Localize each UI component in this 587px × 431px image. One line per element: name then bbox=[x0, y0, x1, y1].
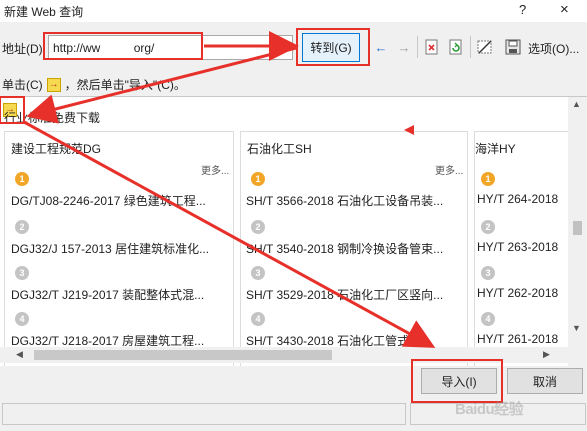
forward-icon[interactable]: → bbox=[396, 39, 412, 55]
toolbar-separator bbox=[417, 36, 418, 58]
rank-badge-icon: 4 bbox=[251, 312, 265, 326]
list-item[interactable]: SH/T 3529-2018 石油化工厂区竖向... bbox=[246, 286, 443, 303]
scroll-right-icon[interactable]: ▶ bbox=[543, 349, 550, 360]
rank-badge-icon: 3 bbox=[251, 266, 265, 280]
back-icon[interactable]: ← bbox=[373, 39, 389, 55]
title-bar: 新建 Web 查询 ? × bbox=[0, 0, 587, 22]
list-item[interactable]: SH/T 3566-2018 石油化工设备吊装... bbox=[246, 192, 443, 209]
rank-badge-icon: 2 bbox=[481, 220, 495, 234]
address-toolbar: 地址(D): ▼ 转到(G) ← → 选项(O)... bbox=[0, 28, 587, 64]
list-item[interactable]: DG/TJ08-2246-2017 绿色建筑工程... bbox=[11, 192, 206, 209]
scroll-thumb[interactable] bbox=[34, 350, 332, 360]
chevron-down-icon: ▼ bbox=[281, 43, 290, 52]
more-link[interactable]: 更多... bbox=[201, 162, 229, 177]
hint-suffix: ，然后单击"导入"(C)。 bbox=[64, 78, 186, 92]
address-input[interactable] bbox=[48, 35, 280, 60]
import-button[interactable]: 导入(I) bbox=[421, 368, 497, 394]
standards-column: 石油化工SH 更多... 1 SH/T 3566-2018 石油化工设备吊装..… bbox=[240, 131, 468, 366]
horizontal-scrollbar[interactable]: ◀ ▶ bbox=[0, 347, 568, 363]
close-icon[interactable]: × bbox=[560, 1, 569, 18]
instruction-text: 单击(C) → ，然后单击"导入"(C)。 bbox=[2, 76, 186, 93]
scroll-left-icon[interactable]: ◀ bbox=[16, 349, 23, 360]
section-title: 行业标准免费下载 bbox=[4, 111, 101, 125]
standards-column: 建设工程规范DG 更多... 1 DG/TJ08-2246-2017 绿色建筑工… bbox=[4, 131, 234, 366]
list-item[interactable]: HY/T 263-2018 bbox=[477, 240, 558, 254]
column-header[interactable]: 海洋HY bbox=[475, 140, 516, 157]
stop-icon[interactable] bbox=[424, 39, 440, 55]
go-button[interactable]: 转到(G) bbox=[302, 33, 360, 62]
rank-badge-icon: 1 bbox=[251, 172, 265, 186]
list-item[interactable]: DGJ32/J 157-2013 居住建筑标准化... bbox=[11, 240, 209, 257]
address-dropdown-button[interactable]: ▼ bbox=[279, 35, 293, 60]
rank-badge-icon: 1 bbox=[481, 172, 495, 186]
rank-badge-icon: 4 bbox=[15, 312, 29, 326]
rank-badge-icon: 4 bbox=[481, 312, 495, 326]
select-arrow-icon: → bbox=[46, 77, 61, 92]
column-header[interactable]: 石油化工SH bbox=[247, 140, 312, 157]
rank-badge-icon: 3 bbox=[481, 266, 495, 280]
rank-badge-icon: 2 bbox=[15, 220, 29, 234]
vertical-scrollbar[interactable]: ▲ ▼ bbox=[568, 97, 587, 366]
cancel-button[interactable]: 取消 bbox=[507, 368, 583, 394]
list-item[interactable]: HY/T 262-2018 bbox=[477, 286, 558, 300]
list-item[interactable]: HY/T 264-2018 bbox=[477, 192, 558, 206]
list-item[interactable]: HY/T 261-2018 bbox=[477, 332, 558, 346]
status-bar bbox=[2, 403, 406, 425]
list-item[interactable]: DGJ32/T J219-2017 装配整体式混... bbox=[11, 286, 204, 303]
save-query-icon[interactable] bbox=[505, 39, 521, 55]
rank-badge-icon: 1 bbox=[15, 172, 29, 186]
watermark: Baidu经验 bbox=[455, 401, 524, 418]
scroll-thumb[interactable] bbox=[573, 221, 582, 235]
options-button[interactable]: 选项(O)... bbox=[528, 40, 579, 57]
column-header[interactable]: 建设工程规范DG bbox=[11, 140, 101, 157]
toolbar-separator bbox=[470, 36, 471, 58]
rank-badge-icon: 2 bbox=[251, 220, 265, 234]
refresh-icon[interactable] bbox=[448, 39, 464, 55]
rank-badge-icon: 3 bbox=[15, 266, 29, 280]
list-item[interactable]: SH/T 3540-2018 钢制冷换设备管束... bbox=[246, 240, 443, 257]
scroll-up-icon[interactable]: ▲ bbox=[572, 99, 581, 109]
dialog-title: 新建 Web 查询 bbox=[4, 5, 84, 19]
scroll-down-icon[interactable]: ▼ bbox=[572, 323, 581, 333]
hint-prefix: 单击(C) bbox=[2, 78, 43, 92]
more-link[interactable]: 更多... bbox=[435, 162, 463, 177]
hide-icons-icon[interactable] bbox=[477, 39, 493, 55]
web-page-preview: → 行业标准免费下载 建设工程规范DG 更多... 1 DG/TJ08-2246… bbox=[0, 96, 587, 366]
help-icon[interactable]: ? bbox=[519, 2, 526, 17]
address-label: 地址(D): bbox=[2, 42, 46, 56]
